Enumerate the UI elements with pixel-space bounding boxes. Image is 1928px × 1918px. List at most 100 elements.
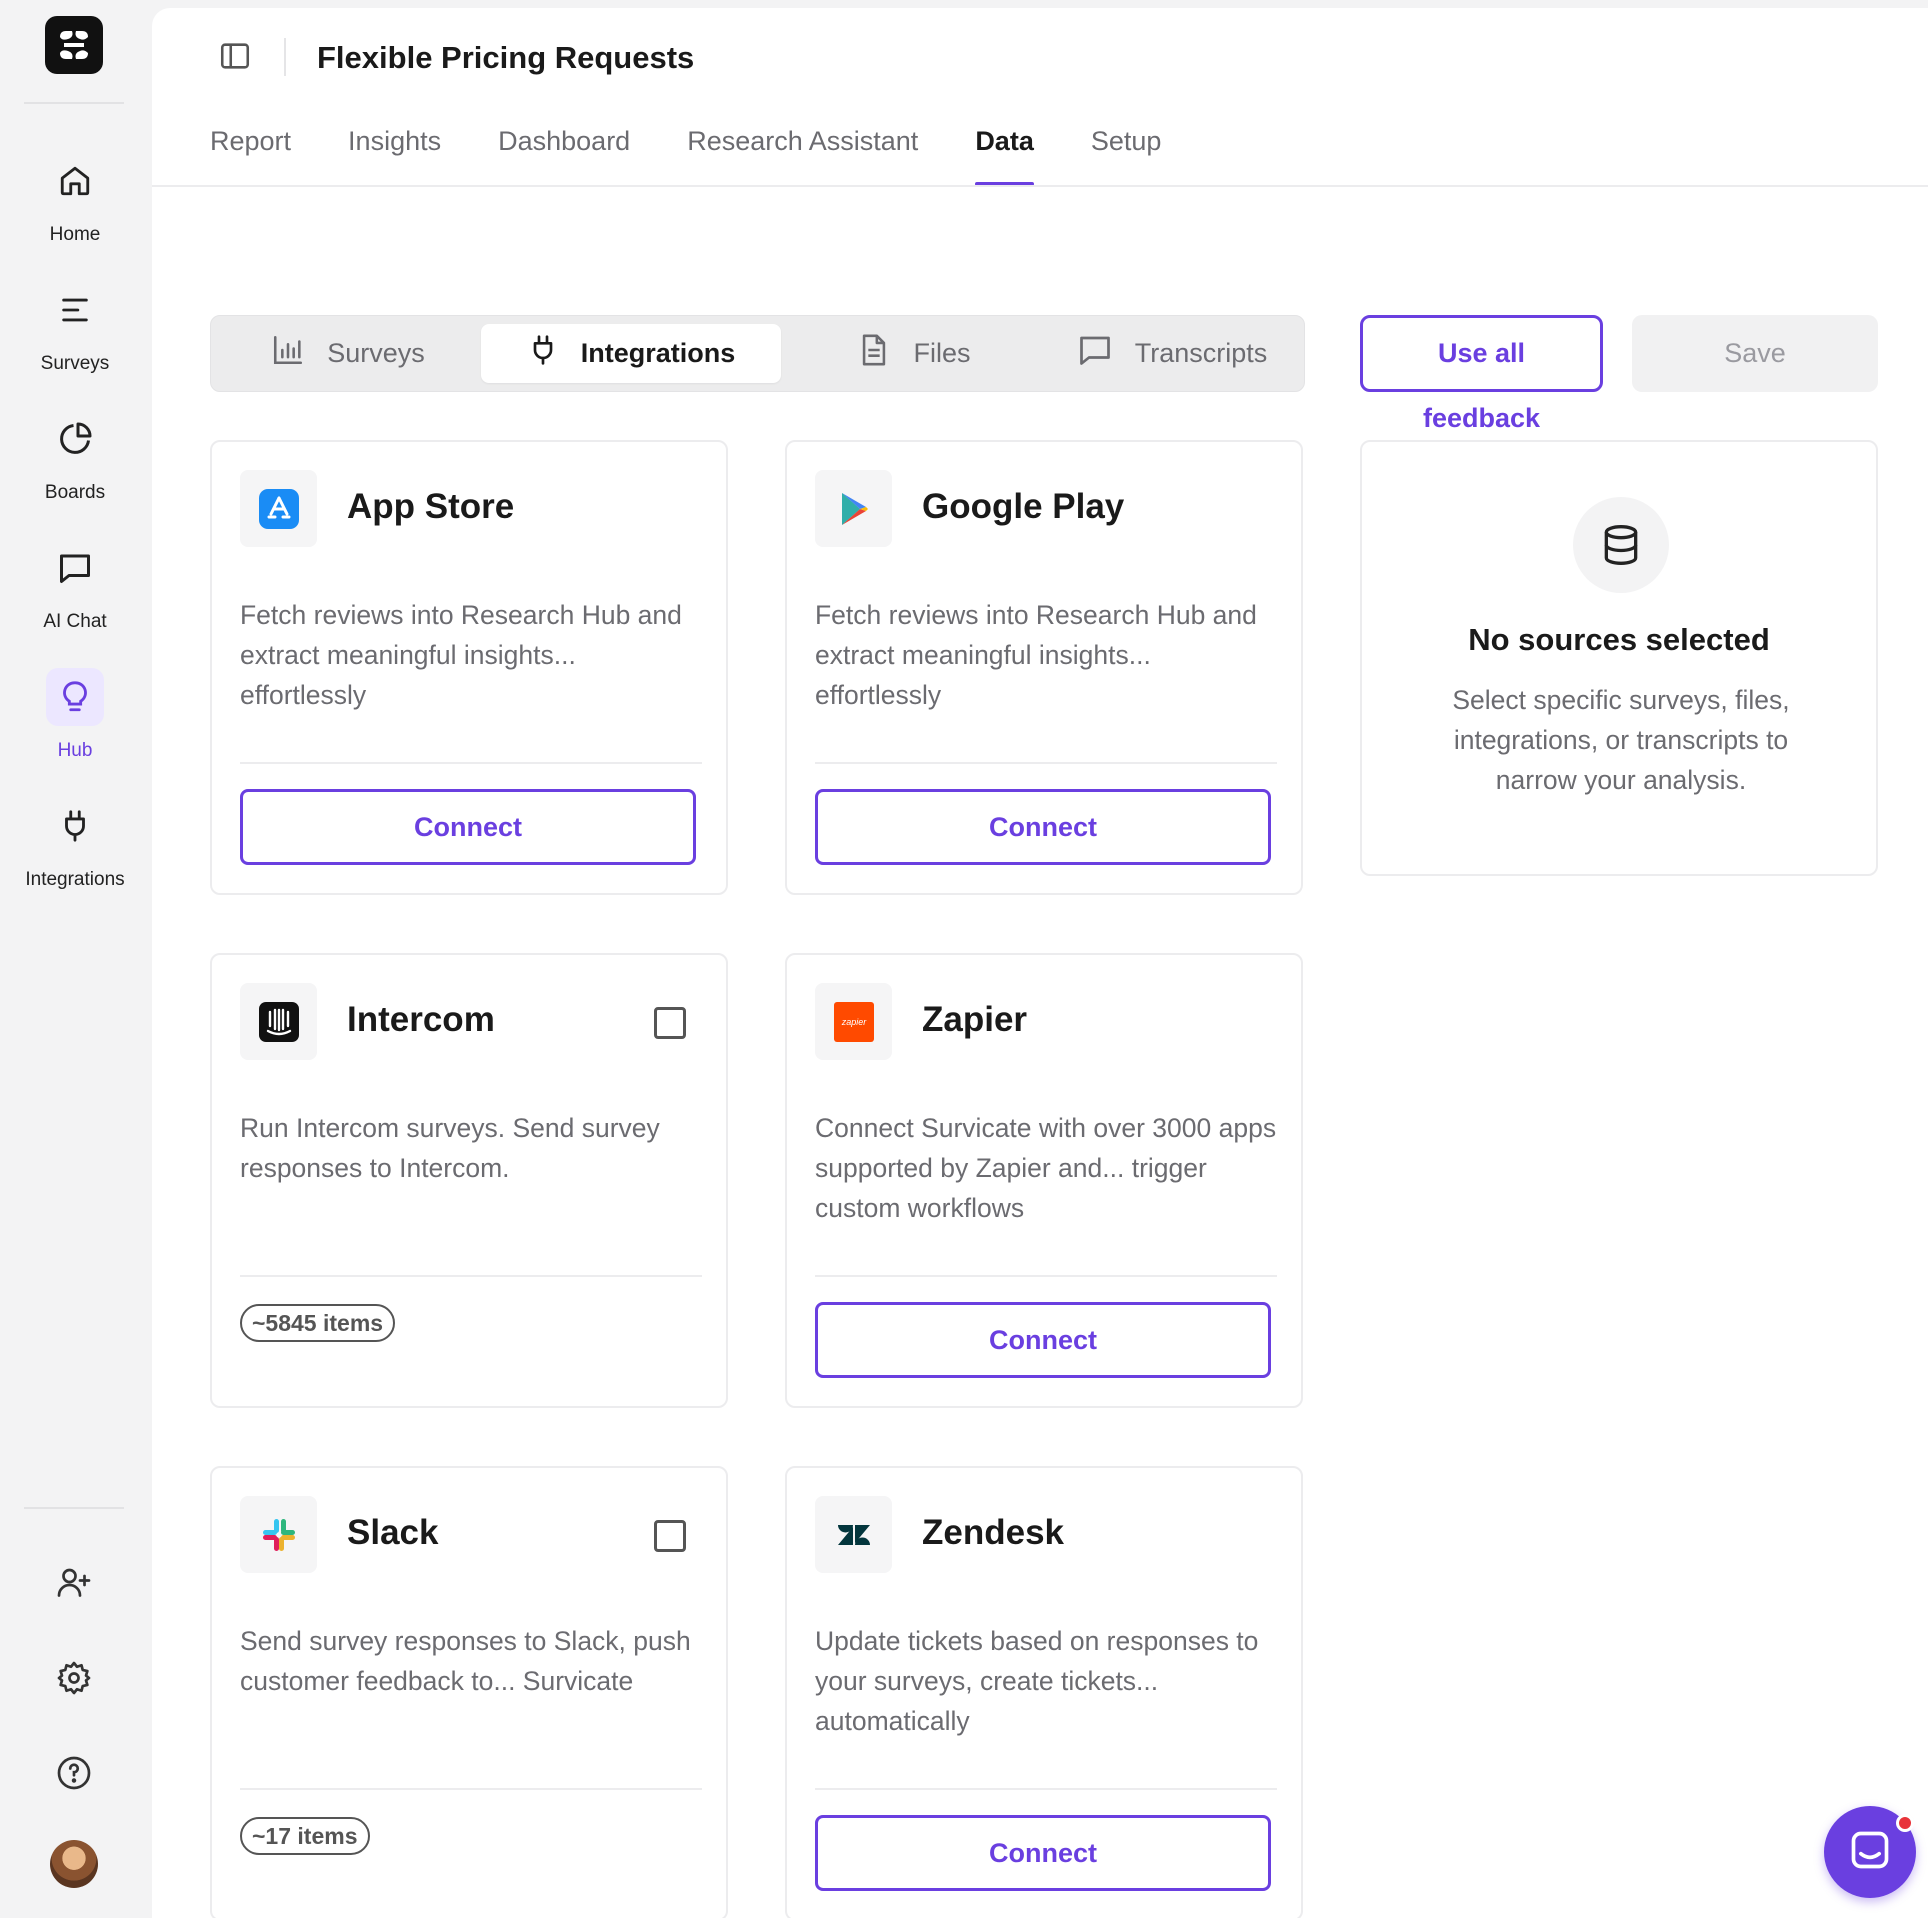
bar-chart-icon	[271, 333, 305, 374]
sidebar-toggle-icon[interactable]	[217, 38, 253, 74]
header-divider	[284, 38, 286, 76]
sidebar-item-hub[interactable]: Hub	[0, 668, 150, 778]
integration-card-intercom: Intercom Run Intercom surveys. Send surv…	[210, 953, 728, 1408]
card-title: Intercom	[347, 1000, 495, 1039]
connect-button[interactable]: Connect	[815, 1815, 1271, 1891]
select-checkbox[interactable]	[654, 1007, 686, 1039]
chat-bubble-icon	[1077, 332, 1113, 375]
list-icon	[46, 281, 104, 339]
segment-transcripts[interactable]: Transcripts	[1047, 324, 1297, 383]
tab-divider	[152, 185, 1928, 187]
segment-integrations[interactable]: Integrations	[481, 324, 781, 383]
card-description: Update tickets based on responses to you…	[815, 1626, 1259, 1736]
item-count-badge: ~17 items	[240, 1817, 370, 1855]
sidebar-item-label: Surveys	[40, 353, 110, 374]
card-description: Connect Survicate with over 3000 apps su…	[815, 1113, 1277, 1223]
gear-icon[interactable]	[45, 1649, 103, 1707]
tab-dashboard[interactable]: Dashboard	[498, 126, 630, 186]
zapier-icon: zapier	[815, 983, 892, 1060]
tab-bar: Report Insights Dashboard Research Assis…	[210, 126, 1218, 186]
pie-chart-icon	[46, 410, 104, 468]
sidebar: Home Surveys Boards AI Chat Hub Integrat…	[0, 0, 150, 1918]
header: Flexible Pricing Requests	[152, 8, 1928, 108]
integration-card-zendesk: Zendesk Update tickets based on response…	[785, 1466, 1303, 1918]
home-icon	[46, 152, 104, 210]
empty-state-description: Select specific surveys, files, integrat…	[1452, 685, 1790, 795]
integration-card-google-play: Google Play Fetch reviews into Research …	[785, 440, 1303, 895]
segment-files[interactable]: Files	[785, 324, 1043, 383]
integration-card-app-store: App Store Fetch reviews into Research Hu…	[210, 440, 728, 895]
card-divider	[240, 762, 702, 764]
card-description: Run Intercom surveys. Send survey respon…	[240, 1113, 660, 1183]
integration-card-zapier: zapier Zapier Connect Survicate with ove…	[785, 953, 1303, 1408]
card-description: Fetch reviews into Research Hub and extr…	[815, 600, 1257, 710]
help-icon[interactable]	[45, 1744, 103, 1802]
sidebar-item-label: Integrations	[25, 869, 125, 890]
lightbulb-icon	[46, 668, 104, 726]
zendesk-icon	[815, 1496, 892, 1573]
tab-setup[interactable]: Setup	[1091, 126, 1162, 186]
tab-data[interactable]: Data	[975, 126, 1034, 186]
file-icon	[857, 333, 891, 374]
card-divider	[240, 1275, 702, 1277]
sidebar-item-label: Boards	[44, 482, 106, 503]
save-button[interactable]: Save	[1632, 315, 1878, 392]
card-title: Zendesk	[922, 1513, 1064, 1552]
chat-icon	[1848, 1828, 1892, 1877]
plug-icon	[527, 334, 559, 373]
selected-sources-panel: No sources selected Select specific surv…	[1360, 440, 1878, 876]
sidebar-item-label: Hub	[57, 740, 93, 761]
card-description: Send survey responses to Slack, push cus…	[240, 1626, 691, 1696]
sidebar-item-label: AI Chat	[43, 611, 107, 632]
tab-report[interactable]: Report	[210, 126, 291, 186]
integration-card-slack: Slack Send survey responses to Slack, pu…	[210, 1466, 728, 1918]
notification-dot	[1896, 1814, 1914, 1832]
tab-research-assistant[interactable]: Research Assistant	[687, 126, 918, 186]
page-title: Flexible Pricing Requests	[317, 40, 695, 75]
slack-icon	[240, 1496, 317, 1573]
sidebar-item-home[interactable]: Home	[0, 152, 150, 262]
sidebar-item-ai-chat[interactable]: AI Chat	[0, 539, 150, 649]
connect-button[interactable]: Connect	[815, 789, 1271, 865]
segment-label: Surveys	[327, 338, 425, 368]
card-divider	[815, 1275, 1277, 1277]
segment-label: Files	[913, 338, 971, 368]
plug-icon	[46, 797, 104, 855]
segment-label: Transcripts	[1134, 338, 1268, 368]
item-count-badge: ~5845 items	[240, 1304, 396, 1342]
svg-text:zapier: zapier	[840, 1017, 867, 1027]
database-icon	[1573, 497, 1669, 593]
card-title: Slack	[347, 1513, 439, 1552]
sidebar-item-boards[interactable]: Boards	[0, 410, 150, 520]
card-divider	[815, 1788, 1277, 1790]
main-panel: Flexible Pricing Requests Report Insight…	[152, 8, 1928, 1918]
use-all-button[interactable]: Use all	[1360, 315, 1603, 392]
card-divider	[815, 762, 1277, 764]
app-logo[interactable]	[45, 16, 103, 74]
add-user-icon[interactable]	[45, 1553, 103, 1611]
avatar[interactable]	[50, 1840, 98, 1888]
app-store-icon	[240, 470, 317, 547]
sidebar-divider	[24, 1507, 124, 1509]
card-title: App Store	[347, 487, 515, 526]
tab-insights[interactable]: Insights	[348, 126, 441, 186]
sidebar-item-integrations[interactable]: Integrations	[0, 797, 150, 907]
segment-label: Integrations	[580, 338, 736, 368]
feedback-label: feedback	[1422, 403, 1541, 433]
sidebar-item-surveys[interactable]: Surveys	[0, 281, 150, 391]
connect-button[interactable]: Connect	[815, 1302, 1271, 1378]
source-type-switcher: Surveys Integrations Files Transcripts	[210, 315, 1305, 392]
card-divider	[240, 1788, 702, 1790]
intercom-icon	[240, 983, 317, 1060]
sidebar-item-label: Home	[49, 224, 101, 245]
segment-surveys[interactable]: Surveys	[219, 324, 477, 383]
card-description: Fetch reviews into Research Hub and extr…	[240, 600, 682, 710]
chat-bubble-icon	[46, 539, 104, 597]
card-title: Google Play	[922, 487, 1125, 526]
logo-icon	[60, 31, 88, 59]
card-title: Zapier	[922, 1000, 1028, 1039]
select-checkbox[interactable]	[654, 1520, 686, 1552]
sidebar-divider	[24, 102, 124, 104]
google-play-icon	[815, 470, 892, 547]
connect-button[interactable]: Connect	[240, 789, 696, 865]
